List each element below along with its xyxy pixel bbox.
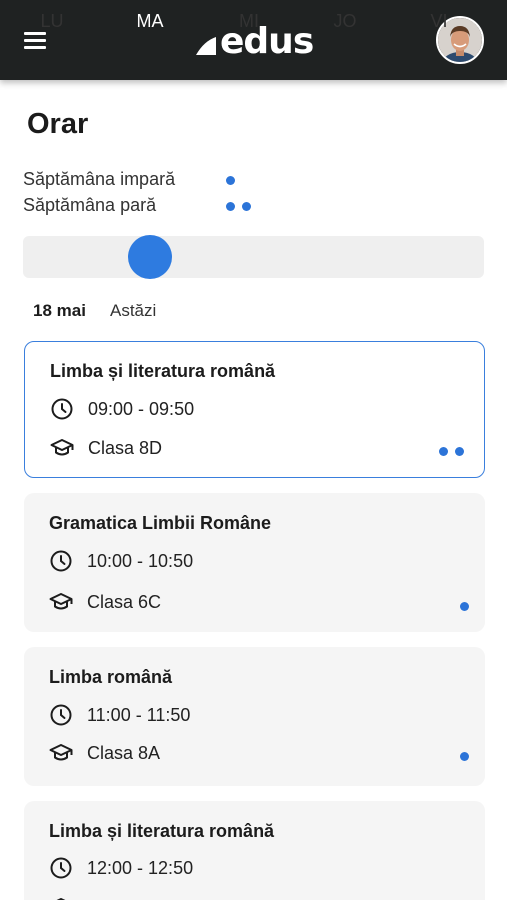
lesson-class-row: Clasa 6C bbox=[49, 590, 161, 614]
graduation-cap-icon bbox=[49, 744, 73, 761]
lesson-card[interactable]: Gramatica Limbii Române 10:00 - 10:50 Cl… bbox=[24, 493, 485, 632]
odd-week-dot-icon bbox=[460, 602, 469, 611]
selected-date: 18 mai bbox=[33, 301, 86, 320]
day-tab-friday[interactable]: VI bbox=[414, 0, 464, 42]
clock-icon bbox=[51, 398, 73, 420]
today-label: Astăzi bbox=[110, 301, 157, 320]
odd-week-dot-icon bbox=[226, 176, 235, 185]
lesson-time: 10:00 - 10:50 bbox=[87, 550, 194, 571]
even-week-dot-icon bbox=[455, 447, 464, 456]
weekday-selector bbox=[23, 236, 484, 278]
lesson-class-row: Clasa 8A bbox=[49, 741, 160, 765]
page-title: Orar bbox=[27, 108, 89, 140]
legend-odd-week: Săptămâna impară bbox=[23, 169, 176, 189]
odd-week-dot-icon bbox=[460, 752, 469, 761]
lesson-card[interactable]: Limba română 11:00 - 11:50 Clasa 8A bbox=[24, 647, 485, 786]
lesson-time-row: 09:00 - 09:50 bbox=[50, 397, 194, 421]
lesson-subject: Gramatica Limbii Române bbox=[49, 513, 272, 533]
lesson-time-row: 12:00 - 12:50 bbox=[49, 856, 193, 880]
lesson-subject: Limba și literatura română bbox=[50, 361, 276, 381]
clock-icon bbox=[50, 857, 72, 879]
lesson-time-row: 10:00 - 10:50 bbox=[49, 549, 193, 573]
logo-mark-icon bbox=[196, 37, 216, 55]
lesson-card[interactable]: Limba și literatura română 12:00 - 12:50 bbox=[24, 801, 485, 900]
lesson-class-row: Clasa 8D bbox=[50, 436, 162, 460]
legend-even-week: Săptămâna pară bbox=[23, 195, 157, 215]
lesson-time: 12:00 - 12:50 bbox=[87, 857, 194, 878]
lesson-subject: Limba și literatura română bbox=[49, 821, 275, 841]
lesson-card[interactable]: Limba și literatura română 09:00 - 09:50… bbox=[24, 341, 485, 478]
lesson-class: Clasa 6C bbox=[87, 591, 162, 612]
graduation-cap-icon bbox=[56, 898, 66, 900]
even-week-dot-icon bbox=[226, 202, 235, 211]
clock-icon bbox=[50, 550, 72, 572]
lesson-class: Clasa 8D bbox=[88, 437, 163, 458]
day-tab-monday[interactable]: LU bbox=[27, 0, 77, 42]
graduation-cap-icon bbox=[50, 439, 74, 456]
even-week-dot-icon bbox=[242, 202, 251, 211]
lesson-time-row: 11:00 - 11:50 bbox=[49, 703, 190, 727]
selected-day-highlight bbox=[128, 235, 172, 279]
lesson-subject: Limba română bbox=[49, 667, 173, 687]
day-tab-thursday[interactable]: JO bbox=[320, 0, 370, 42]
day-tab-wednesday[interactable]: MI bbox=[224, 0, 274, 42]
graduation-cap-icon bbox=[49, 593, 73, 610]
lesson-class: Clasa 8A bbox=[87, 742, 161, 763]
even-week-dot-icon bbox=[439, 447, 448, 456]
day-tab-tuesday[interactable]: MA bbox=[125, 0, 175, 42]
lesson-time: 11:00 - 11:50 bbox=[87, 704, 191, 725]
lesson-time: 09:00 - 09:50 bbox=[88, 398, 195, 419]
clock-icon bbox=[50, 704, 72, 726]
